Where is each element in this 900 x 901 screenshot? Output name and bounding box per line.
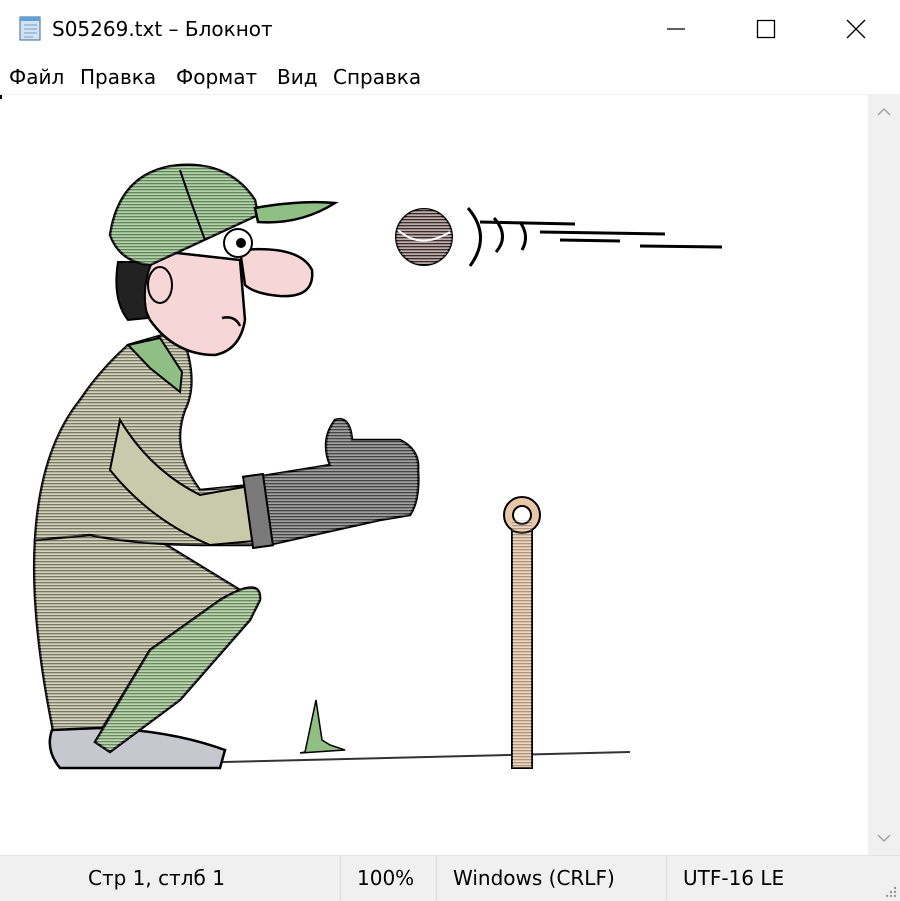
menu-format[interactable]: Формат xyxy=(176,63,257,91)
menu-view[interactable]: Вид xyxy=(277,63,318,91)
ascii-art-picture xyxy=(32,163,723,770)
menu-help[interactable]: Справка xyxy=(333,63,421,91)
ball xyxy=(395,207,723,267)
scroll-down-button[interactable] xyxy=(868,821,900,855)
window-title: S05269.txt – Блокнот xyxy=(52,17,273,41)
close-icon xyxy=(846,19,866,39)
maximize-button[interactable] xyxy=(720,0,812,58)
menu-bar: Файл Правка Формат Вид Справка xyxy=(0,58,900,95)
menu-file[interactable]: Файл xyxy=(9,63,64,91)
status-encoding: UTF-16 LE xyxy=(666,856,866,901)
menu-edit[interactable]: Правка xyxy=(80,63,156,91)
stump xyxy=(503,496,541,769)
close-button[interactable] xyxy=(810,0,900,58)
resize-grip-icon[interactable] xyxy=(883,884,897,898)
notepad-icon xyxy=(19,16,41,41)
text-editor[interactable] xyxy=(0,95,868,855)
chevron-up-icon xyxy=(877,107,891,116)
text-caret xyxy=(0,95,2,99)
status-line-ending: Windows (CRLF) xyxy=(436,856,666,901)
chevron-down-icon xyxy=(877,834,891,843)
scroll-up-button[interactable] xyxy=(868,95,900,129)
minimize-button[interactable] xyxy=(630,0,722,58)
status-cursor-position: Стр 1, стлб 1 xyxy=(88,866,225,890)
title-bar[interactable]: S05269.txt – Блокнот xyxy=(0,0,900,58)
wicketkeeper xyxy=(32,163,420,770)
status-zoom: 100% xyxy=(340,856,436,901)
maximize-icon xyxy=(756,19,776,39)
minimize-icon xyxy=(667,28,685,30)
status-bar: Стр 1, стлб 1 100% Windows (CRLF) UTF-16… xyxy=(0,855,900,901)
vertical-scrollbar[interactable] xyxy=(868,95,900,855)
